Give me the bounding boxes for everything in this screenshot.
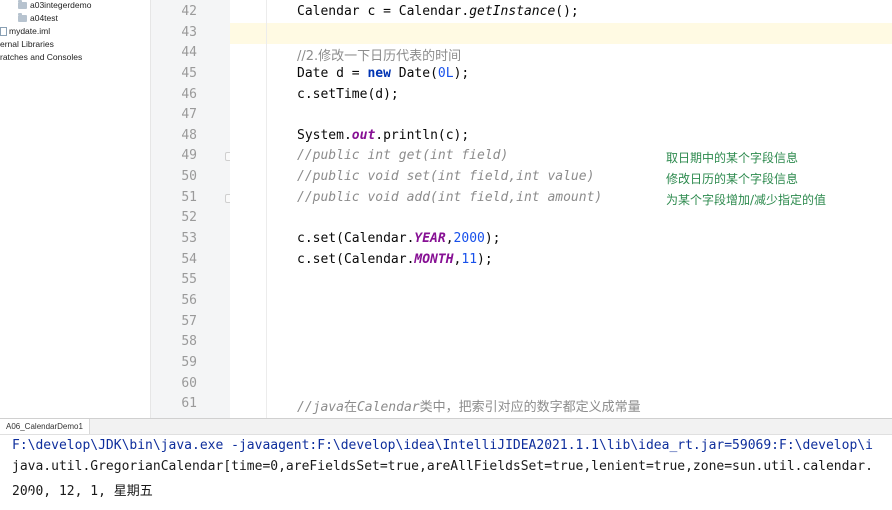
line-number: 61: [181, 396, 197, 411]
annotation-add: 为某个字段增加/减少指定的值: [666, 193, 827, 207]
mouse-cursor-icon: [29, 490, 35, 500]
code-text: );: [477, 252, 493, 267]
line-number: 42: [181, 4, 197, 19]
code-comment: 在: [343, 400, 357, 415]
tree-item-a03integerdemo[interactable]: a03integerdemo: [18, 0, 91, 10]
line-number: 60: [181, 376, 197, 391]
console-line-output: java.util.GregorianCalendar[time=0,areFi…: [12, 459, 873, 474]
code-text: c.set(Calendar.: [297, 252, 415, 267]
code-line-61[interactable]: //java在Calendar类中，把索引对应的数字都定义成常量: [297, 396, 641, 415]
code-field: YEAR: [414, 231, 446, 246]
code-line-44[interactable]: //2.修改一下日历代表的时间: [297, 45, 461, 64]
code-method: getInstance: [469, 4, 556, 19]
line-number: 58: [181, 334, 197, 349]
code-number: 11: [461, 252, 478, 267]
current-line-highlight: [230, 23, 892, 44]
indent-guide: [266, 0, 267, 418]
tree-item-mydate-iml[interactable]: mydate.iml: [0, 26, 50, 36]
code-line-53[interactable]: c.set(Calendar.YEAR,2000);: [297, 231, 501, 246]
tree-item-scratches-and-consoles[interactable]: ratches and Consoles: [0, 52, 82, 62]
code-number: 2000: [453, 231, 485, 246]
run-tab-bar: A06_CalendarDemo1: [0, 419, 892, 435]
line-number: 46: [181, 87, 197, 102]
code-field: MONTH: [414, 252, 454, 267]
tree-item-label: ernal Libraries: [0, 39, 54, 49]
tree-item-label: ratches and Consoles: [0, 52, 83, 62]
folder-icon: [18, 12, 27, 22]
line-number: 59: [181, 355, 197, 370]
code-line-50[interactable]: //public void set(int field,int value): [297, 169, 594, 184]
annotation-set: 修改日历的某个字段信息: [666, 172, 799, 186]
line-number: 43: [181, 25, 197, 40]
tree-item-label: a03integerdemo: [30, 0, 92, 10]
code-text: .println(c);: [375, 128, 470, 143]
code-comment: //public void set(int field,int value): [297, 169, 595, 184]
line-number: 49: [181, 148, 197, 163]
code-field: out: [351, 128, 376, 143]
file-icon: [0, 26, 7, 36]
line-number: 45: [181, 66, 197, 81]
code-editor[interactable]: Calendar c = Calendar.getInstance(); //2…: [230, 0, 892, 418]
line-number: 57: [181, 314, 197, 329]
code-text: c.set(Calendar.: [297, 231, 415, 246]
code-line-42[interactable]: Calendar c = Calendar.getInstance();: [297, 4, 579, 19]
code-line-51[interactable]: //public void add(int field,int amount): [297, 190, 602, 205]
run-tab[interactable]: A06_CalendarDemo1: [0, 419, 90, 434]
code-text: c.setTime(d);: [297, 87, 399, 102]
code-text: ();: [555, 4, 579, 19]
code-text: ,: [445, 231, 454, 246]
annotation-get: 取日期中的某个字段信息: [666, 151, 799, 165]
code-line-46[interactable]: c.setTime(d);: [297, 87, 399, 102]
project-tree: a03integerdemo a04test mydate.iml ernal …: [0, 0, 150, 418]
code-text: Date d =: [297, 66, 368, 81]
line-number: 48: [181, 128, 197, 143]
code-comment: Calendar: [356, 400, 420, 415]
line-number: 50: [181, 169, 197, 184]
code-line-45[interactable]: Date d = new Date(0L);: [297, 66, 469, 81]
line-number: 54: [181, 252, 197, 267]
line-number: 44: [181, 45, 197, 60]
line-number: 55: [181, 272, 197, 287]
tree-item-external-libraries[interactable]: ernal Libraries: [0, 39, 54, 49]
line-number: 52: [181, 210, 197, 225]
code-text: System.: [297, 128, 352, 143]
code-comment: //public int get(int field): [297, 148, 509, 163]
line-number: 51: [181, 190, 197, 205]
tree-item-label: mydate.iml: [9, 26, 51, 36]
code-line-48[interactable]: System.out.println(c);: [297, 128, 469, 143]
line-number: 53: [181, 231, 197, 246]
line-number: 47: [181, 107, 197, 122]
tree-item-a04test[interactable]: a04test: [18, 12, 58, 23]
code-number: 0L: [437, 66, 454, 81]
code-comment: //2.修改一下日历代表的时间: [297, 49, 462, 64]
tree-item-label: a04test: [30, 13, 58, 23]
code-text: Calendar c = Calendar.: [297, 4, 470, 19]
code-line-54[interactable]: c.set(Calendar.MONTH,11);: [297, 252, 493, 267]
console-line-command: F:\develop\JDK\bin\java.exe -javaagent:F…: [12, 438, 873, 453]
code-keyword: new: [367, 66, 391, 81]
code-text: );: [484, 231, 501, 246]
code-comment: //java: [297, 400, 344, 415]
line-number: 56: [181, 293, 197, 308]
folder-icon: [18, 0, 27, 9]
line-gutter: 42 43 44 45 46 47 48 49 50 51 52 53 54 5…: [150, 0, 233, 418]
code-comment: 类中，把索引对应的数字都定义成常量: [419, 400, 641, 415]
code-comment: //public void add(int field,int amount): [297, 190, 603, 205]
code-text: );: [453, 66, 470, 81]
code-text: Date(: [390, 66, 438, 81]
code-line-49[interactable]: //public int get(int field): [297, 148, 508, 163]
